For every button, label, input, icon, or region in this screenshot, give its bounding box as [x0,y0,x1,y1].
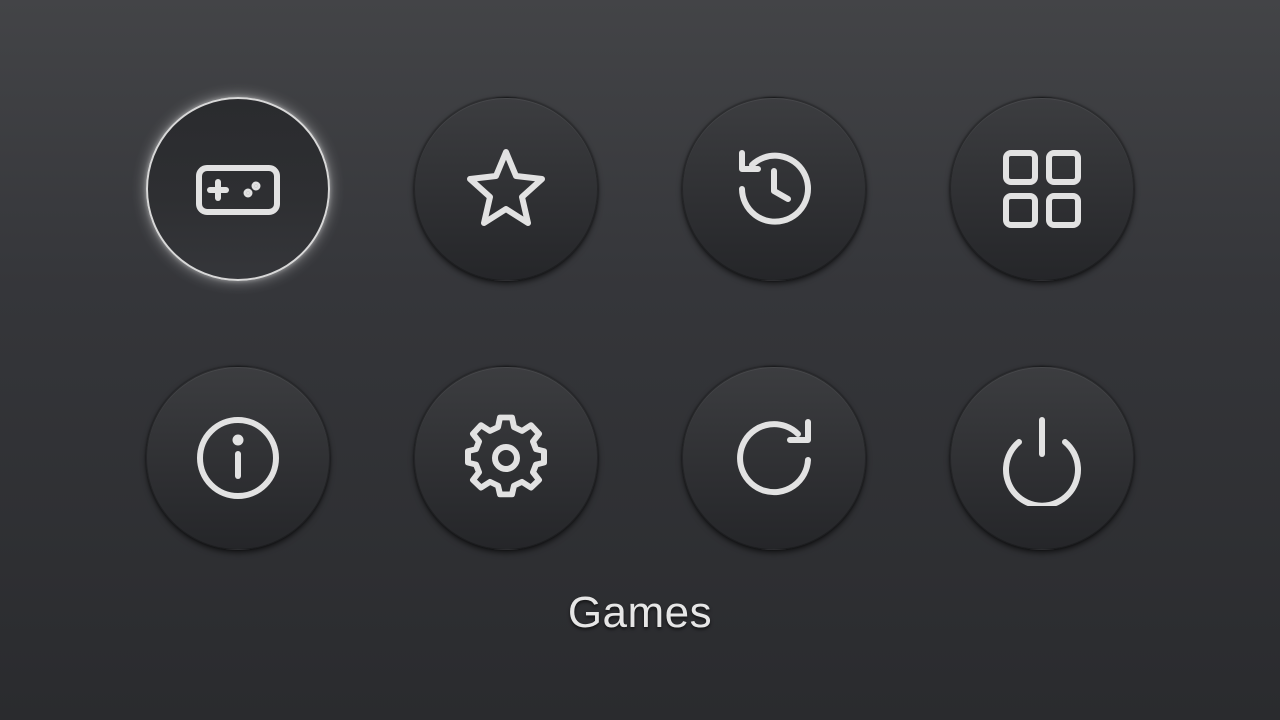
restart-button[interactable] [682,366,866,550]
settings-button[interactable] [414,366,598,550]
info-icon [190,410,286,506]
gear-icon [458,410,554,506]
quick-menu: Games [0,0,1280,720]
games-button[interactable] [146,97,330,281]
refresh-icon [726,410,822,506]
star-icon [458,141,554,237]
grid-icon [994,141,1090,237]
apps-button[interactable] [950,97,1134,281]
info-button[interactable] [146,366,330,550]
history-icon [726,141,822,237]
selected-item-label: Games [567,588,713,637]
power-icon [994,410,1090,506]
power-button[interactable] [950,366,1134,550]
favorites-button[interactable] [414,97,598,281]
history-button[interactable] [682,97,866,281]
gamepad-icon [190,141,286,237]
